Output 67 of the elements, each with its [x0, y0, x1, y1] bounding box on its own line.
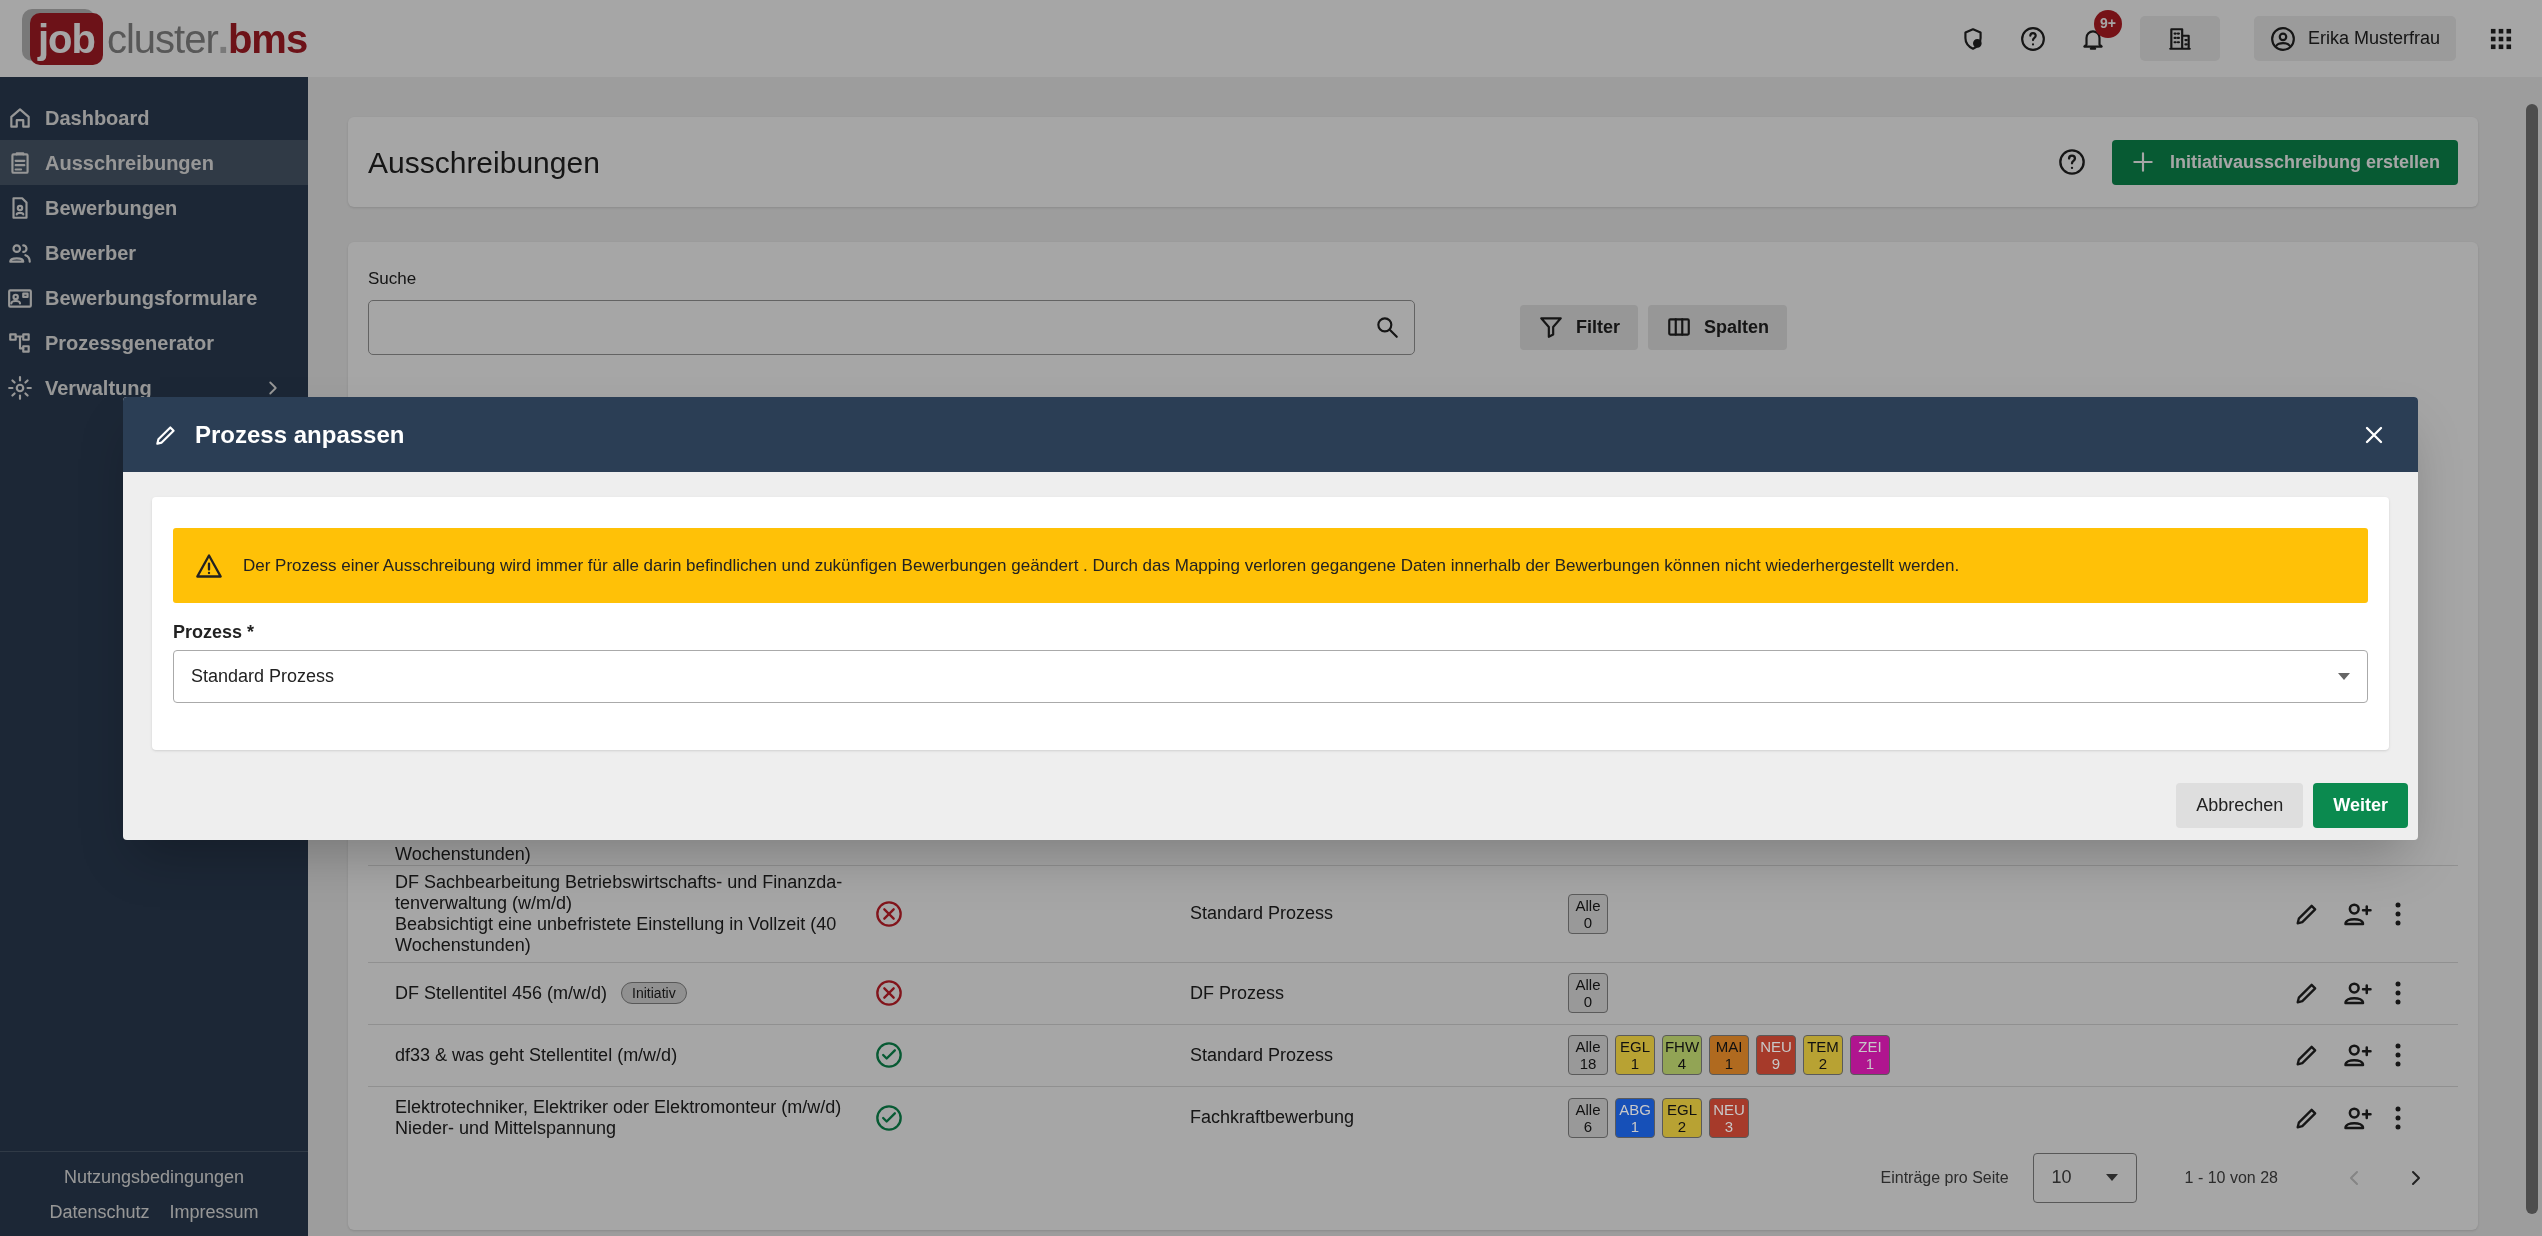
status-count-chip[interactable]: NEU 9 — [1756, 1035, 1796, 1075]
search-label: Suche — [368, 268, 418, 290]
status-count-chip[interactable]: ABG 1 — [1615, 1097, 1655, 1138]
dialog-title: Prozess anpassen — [195, 419, 406, 450]
status-count-chip[interactable]: Alle 0 — [1568, 893, 1608, 934]
search-field[interactable] — [368, 299, 1415, 355]
help-icon — [2057, 148, 2086, 176]
warning-icon — [195, 551, 223, 580]
more-options-icon[interactable] — [2395, 901, 2401, 926]
dropdown-caret-icon — [2338, 673, 2350, 680]
status-count-chip[interactable]: EGL 1 — [1615, 1035, 1655, 1075]
user-menu-button[interactable]: Erika Musterfrau — [2253, 16, 2456, 61]
logo-text: cluster.bms — [107, 15, 308, 63]
warning-text: Der Prozess einer Ausschreibung wird immer für alle darin befindlichen und zukünfigen Bewerbungen geändert . Durch das Mapping verloren gegangene Daten innerhalb der Bewerbungen können nicht wiederhergestellt werden. — [243, 554, 1960, 577]
process-name: Fachkraftbewerbung — [1190, 1107, 1355, 1127]
notification-badge: 9+ — [2093, 9, 2122, 38]
search-icon — [1374, 314, 1400, 340]
status-count-chip[interactable]: Alle 0 — [1568, 973, 1608, 1013]
status-count-chip[interactable]: EGL 2 — [1662, 1097, 1702, 1138]
sidebar-item[interactable]: Prozessgenerator — [0, 320, 308, 365]
footer-link[interactable]: Nutzungsbedingungen — [0, 1164, 308, 1191]
status-count-chip[interactable]: MAI 1 — [1709, 1035, 1749, 1075]
more-options-icon[interactable] — [2395, 1105, 2401, 1130]
job-title: DF Stellentitel 456 (m/w/d) — [395, 982, 608, 1004]
sidebar-item[interactable]: Bewerber — [0, 230, 308, 275]
sidebar-item[interactable]: Bewerbungen — [0, 185, 308, 230]
job-title: df33 & was geht Stellentitel (m/w/d) — [395, 1044, 678, 1066]
job-title: Elektrotechniker, Elektriker oder Elektromonteur (m/w/d) Nieder- und Mittelspannung — [395, 1096, 842, 1139]
status-count-chip[interactable]: TEM 2 — [1803, 1035, 1843, 1075]
confirm-button[interactable]: Weiter — [2313, 782, 2408, 828]
create-button[interactable]: Initiativausschreibung erstellen — [2111, 139, 2458, 185]
process-name: Standard Prozess — [1190, 903, 1334, 923]
status-count-chip[interactable]: Alle 18 — [1568, 1035, 1608, 1075]
help-icon — [2019, 25, 2046, 52]
building-icon — [2166, 25, 2193, 52]
gear-icon — [7, 374, 33, 401]
page-range: 1 - 10 von 28 — [2184, 1167, 2278, 1188]
organization-button[interactable] — [2139, 16, 2220, 61]
process-name: DF Prozess — [1190, 982, 1285, 1003]
page-size-select[interactable]: 10 — [2032, 1152, 2137, 1203]
apps-grid-icon[interactable] — [2490, 27, 2512, 50]
more-options-icon[interactable] — [2395, 1043, 2401, 1067]
status-count-chip[interactable]: NEU 3 — [1709, 1097, 1749, 1138]
cancel-button[interactable]: Abbrechen — [2176, 782, 2304, 828]
sidebar-item[interactable]: Bewerbungsformulare — [0, 275, 308, 320]
sidebar-item[interactable]: Dashboard — [0, 95, 308, 140]
filter-button[interactable]: Filter — [1520, 304, 1638, 350]
status-count-chip[interactable]: FHW 4 — [1662, 1035, 1702, 1075]
process-select[interactable]: Standard Prozess — [173, 650, 2368, 703]
status-count-chip[interactable]: ZEI 1 — [1850, 1035, 1890, 1075]
footer-link[interactable]: Impressum — [169, 1199, 259, 1226]
columns-button[interactable]: Spalten — [1648, 304, 1788, 350]
job-title: DF Sachbearbeitung Betriebswirtschafts- und Finanzda- tenverwaltung (w/m/d) Beabsichtigt eine unbefristete Einstellung in Vollzeit (40 Wochenstunden) — [395, 871, 843, 956]
job-title: Wochenstunden) — [395, 843, 531, 865]
more-options-icon[interactable] — [2395, 981, 2401, 1005]
field-label: Prozess * — [173, 621, 256, 644]
account-icon — [2269, 25, 2296, 52]
dropdown-caret-icon — [2105, 1174, 2118, 1181]
sidebar-item[interactable]: Verwaltung — [0, 365, 308, 410]
page-title: Ausschreibungen — [368, 144, 601, 181]
process-name: Standard Prozess — [1190, 1044, 1334, 1065]
footer-link[interactable]: Datenschutz — [49, 1199, 150, 1226]
initiative-tag: Initiativ — [621, 982, 687, 1004]
page-size-label: Einträge pro Seite — [1880, 1167, 2009, 1188]
status-count-chip[interactable]: Alle 6 — [1568, 1097, 1608, 1138]
sidebar-item[interactable]: Ausschreibungen — [0, 140, 308, 185]
filter-icon — [1538, 314, 1564, 340]
